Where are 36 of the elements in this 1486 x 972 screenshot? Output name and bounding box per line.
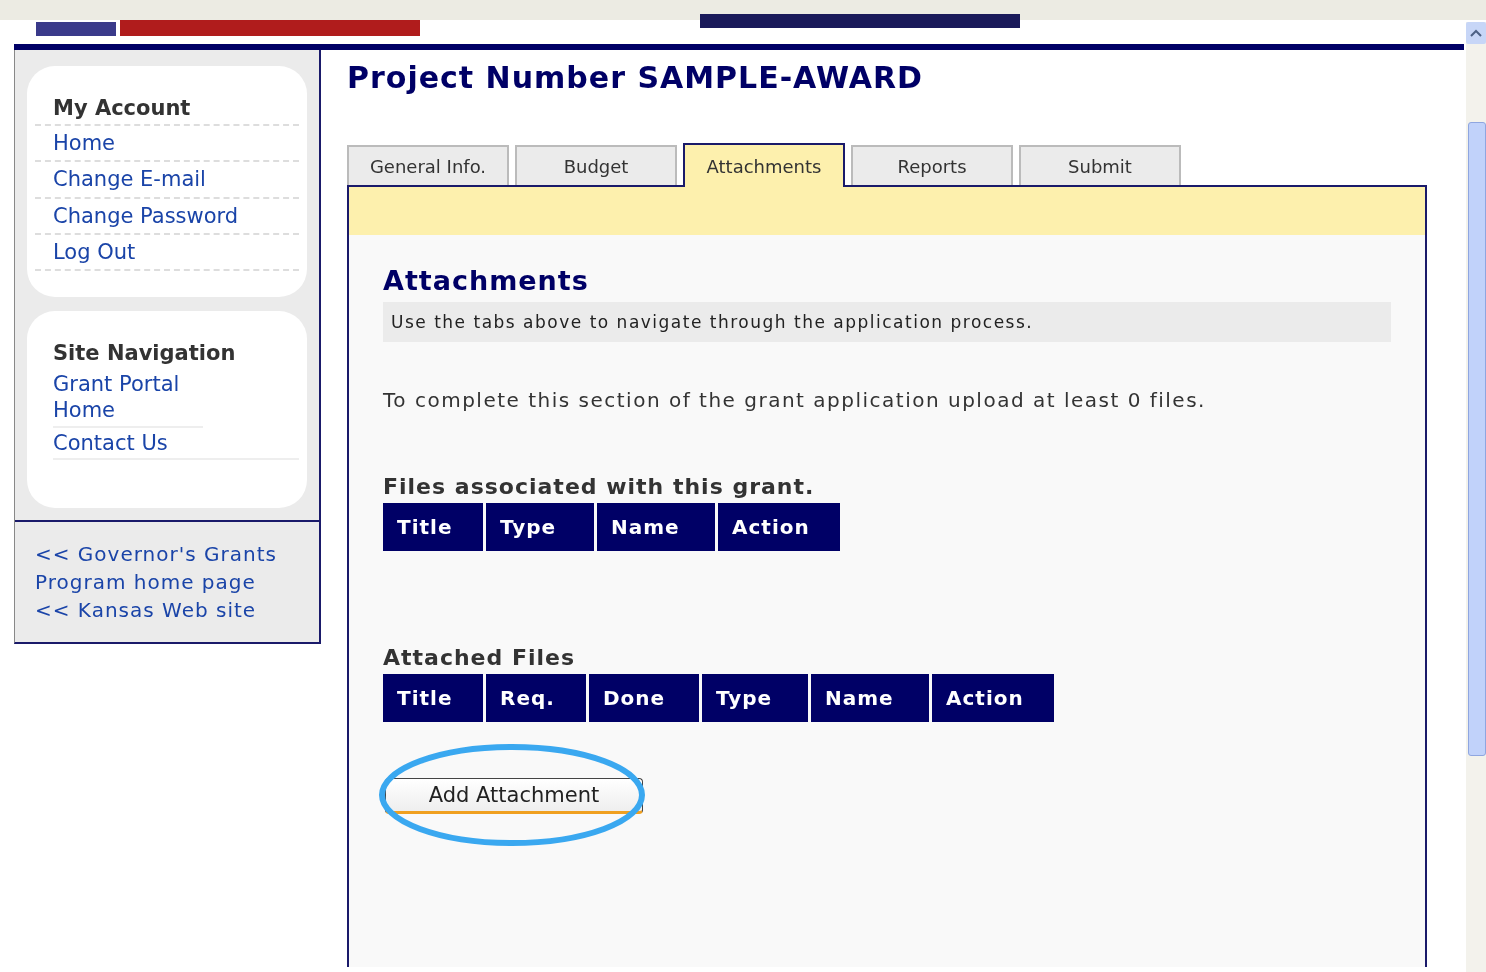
section-title: Attachments [383,265,590,296]
column-header: Title [383,674,483,722]
sidebar-heading: My Account [35,96,299,126]
tab[interactable]: Budget [515,145,677,185]
page-title: Project Number SAMPLE-AWARD [347,60,924,95]
sidebar-link[interactable]: Log Out [35,234,299,271]
sidebar-link[interactable]: Change E-mail [35,162,299,199]
column-header: Name [811,674,929,722]
column-header: Action [718,503,840,551]
column-header: Done [589,674,699,722]
column-header: Title [383,503,483,551]
scrollbar[interactable] [1466,22,1486,972]
caret-up-icon [1469,28,1483,38]
column-header: Action [932,674,1054,722]
tab[interactable]: Attachments [683,143,845,187]
tab[interactable]: Submit [1019,145,1181,185]
sidebar-heading: Site Navigation [52,341,237,367]
table-caption: Files associated with this grant. [383,474,816,499]
scroll-up-button[interactable] [1466,22,1486,44]
footer-link[interactable]: << Kansas Web site [35,595,301,624]
tab[interactable]: Reports [851,145,1013,185]
column-header: Type [702,674,808,722]
footer-link[interactable]: << Governor's Grants Program home page [35,539,301,596]
column-header: Req. [486,674,586,722]
scroll-thumb[interactable] [1468,122,1486,756]
sidebar-link[interactable]: Grant Portal Home [53,369,203,428]
tab[interactable]: General Info. [347,145,509,185]
column-header: Name [597,503,715,551]
instruction-text: To complete this section of the grant application upload at least 0 files. [383,388,1207,412]
sidebar-link[interactable]: Change Password [35,198,299,235]
sidebar-link[interactable]: Home [35,126,299,163]
table-caption: Attached Files [383,645,577,670]
column-header: Type [486,503,594,551]
add-attachment-button[interactable]: Add Attachment [385,778,643,814]
sidebar-link[interactable]: Contact Us [53,427,299,460]
hint-text: Use the tabs above to navigate through the application process. [383,302,1391,342]
